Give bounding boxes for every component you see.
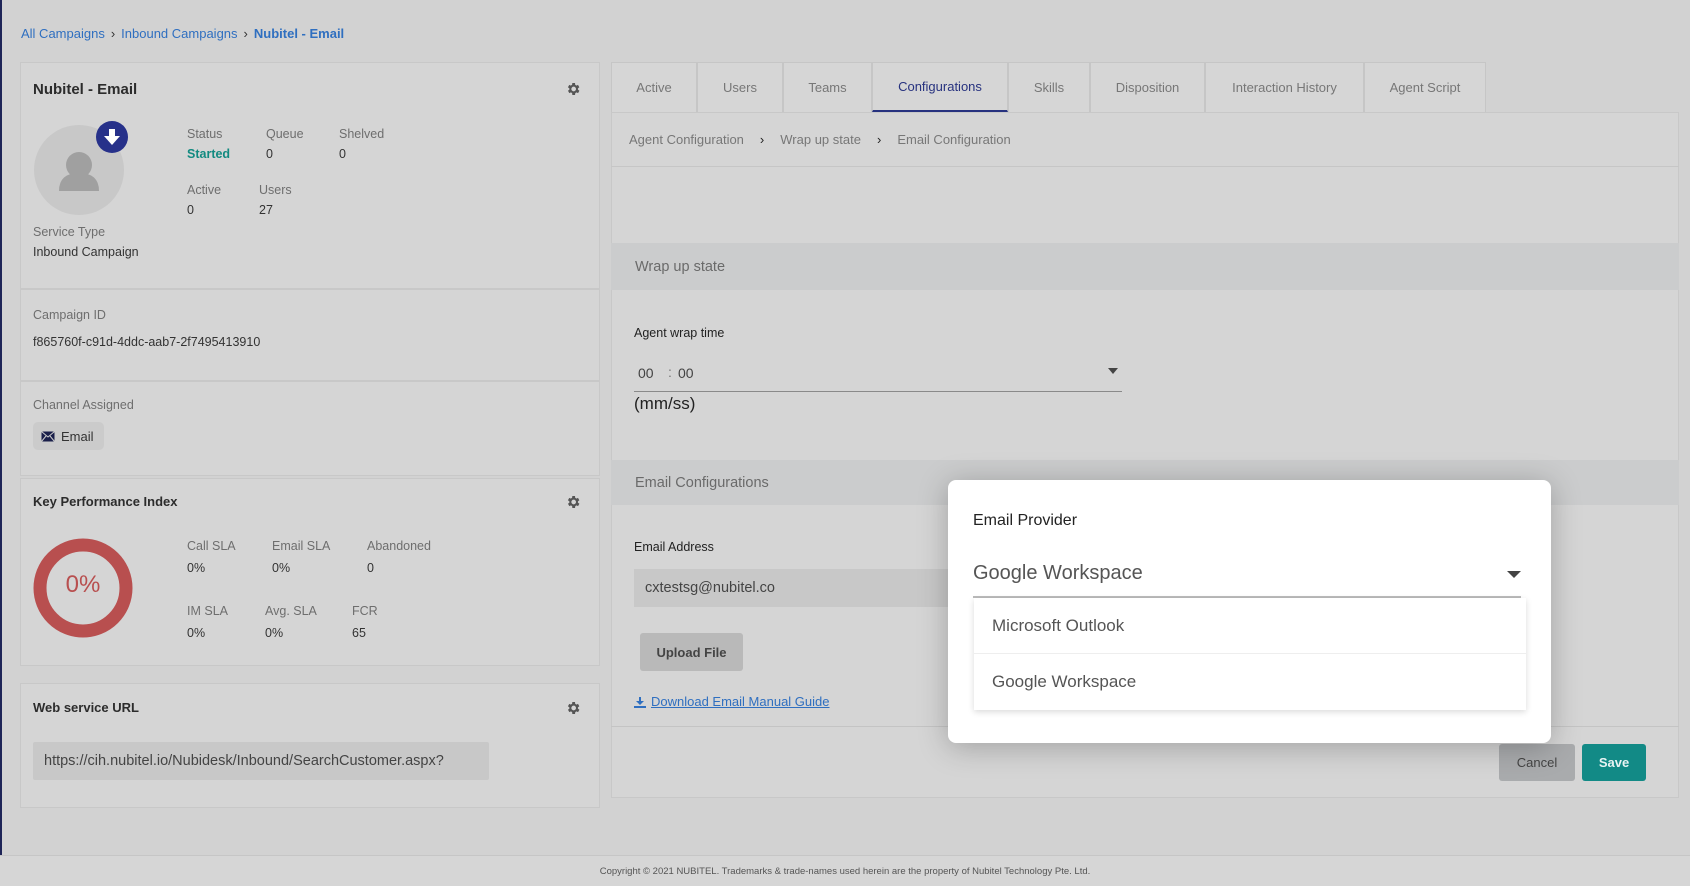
tab-configurations[interactable]: Configurations: [872, 62, 1008, 112]
users-value: 27: [259, 203, 273, 217]
tab-users[interactable]: Users: [697, 62, 783, 112]
download-badge[interactable]: [96, 121, 128, 153]
cancel-button[interactable]: Cancel: [1499, 744, 1575, 781]
subnav-agent-configuration[interactable]: Agent Configuration: [629, 132, 744, 147]
breadcrumb-inbound-campaigns[interactable]: Inbound Campaigns: [121, 26, 237, 41]
email-provider-select[interactable]: Google Workspace: [973, 560, 1521, 598]
tab-disposition[interactable]: Disposition: [1090, 62, 1205, 112]
kpi-metric-value: 65: [352, 626, 366, 640]
wrap-up-header: Wrap up state: [611, 243, 1679, 290]
email-provider-modal: Email Provider Google Workspace Microsof…: [948, 480, 1551, 743]
tab-active[interactable]: Active: [611, 62, 697, 112]
active-label: Active: [187, 183, 222, 197]
option-microsoft-outlook[interactable]: Microsoft Outlook: [974, 598, 1526, 654]
kpi-metric-label: Call SLA: [187, 539, 236, 553]
arrow-down-icon: [104, 129, 120, 145]
web-service-panel: Web service URL https://cih.nubitel.io/N…: [20, 683, 600, 808]
kpi-metric-value: 0%: [187, 626, 206, 640]
kpi-metric-label: IM SLA: [187, 604, 228, 618]
email-provider-label: Email Provider: [973, 512, 1078, 529]
time-separator: :: [668, 364, 672, 380]
wrap-time-input[interactable]: 00 : 00: [634, 358, 1122, 392]
campaign-id-value: f865760f-c91d-4ddc-aab7-2f7495413910: [33, 335, 261, 349]
shelved-value: 0: [339, 147, 346, 161]
service-type-label: Service Type: [33, 225, 106, 239]
wrap-seconds[interactable]: 00: [678, 365, 694, 381]
tab-teams[interactable]: Teams: [783, 62, 872, 112]
tab-interaction-history[interactable]: Interaction History: [1205, 62, 1364, 112]
breadcrumb: All Campaigns › Inbound Campaigns › Nubitel …: [21, 26, 348, 41]
channel-chip-email: Email: [33, 422, 104, 450]
breadcrumb-current: Nubitel - Email: [253, 26, 345, 41]
download-guide-text[interactable]: Download Email Manual Guide: [651, 694, 829, 709]
config-subnav: Agent Configuration › Wrap up state › Em…: [611, 113, 1679, 167]
channel-section: Channel Assigned Email: [20, 381, 600, 476]
save-button[interactable]: Save: [1582, 744, 1646, 781]
email-address-label: Email Address: [634, 540, 714, 554]
caret-down-icon: [1507, 571, 1521, 578]
download-icon: [634, 696, 646, 708]
upload-file-button[interactable]: Upload File: [640, 633, 743, 671]
copyright-footer: Copyright © 2021 NUBITEL. Trademarks & t…: [0, 855, 1690, 886]
users-label: Users: [259, 183, 292, 197]
download-guide-link[interactable]: Download Email Manual Guide: [634, 694, 829, 709]
kpi-title: Key Performance Index: [33, 494, 178, 509]
tab-skills[interactable]: Skills: [1008, 62, 1090, 112]
kpi-metric-value: 0%: [265, 626, 284, 640]
web-service-url-field[interactable]: https://cih.nubitel.io/Nubidesk/Inbound/…: [33, 742, 489, 780]
queue-value: 0: [266, 147, 273, 161]
web-service-title: Web service URL: [33, 700, 139, 715]
chevron-right-icon: ›: [110, 26, 116, 41]
option-google-workspace[interactable]: Google Workspace: [974, 654, 1526, 710]
shelved-label: Shelved: [339, 127, 385, 141]
kpi-metric-label: FCR: [352, 604, 378, 618]
status-label: Status: [187, 127, 223, 141]
email-address-input[interactable]: cxtestsg@nubitel.co: [634, 569, 974, 607]
channel-assigned-label: Channel Assigned: [33, 398, 134, 412]
envelope-icon: [41, 430, 55, 442]
gear-icon[interactable]: [565, 81, 581, 97]
chevron-right-icon: ›: [759, 132, 765, 147]
kpi-metric-label: Abandoned: [367, 539, 431, 553]
gear-icon[interactable]: [565, 494, 581, 510]
channel-value: Email: [61, 428, 94, 444]
service-type-value: Inbound Campaign: [33, 245, 139, 259]
subnav-email-configuration[interactable]: Email Configuration: [897, 132, 1010, 147]
chevron-right-icon: ›: [876, 132, 882, 147]
kpi-overall-value: 0%: [65, 571, 101, 598]
email-provider-selected: Google Workspace: [973, 562, 1143, 584]
chevron-right-icon: ›: [243, 26, 248, 41]
tab-agent-script[interactable]: Agent Script: [1364, 62, 1486, 112]
campaign-id-section: Campaign ID f865760f-c91d-4ddc-aab7-2f74…: [20, 289, 600, 381]
queue-label: Queue: [266, 127, 304, 141]
kpi-metric-value: 0: [367, 561, 374, 575]
kpi-metric-value: 0%: [272, 561, 291, 575]
agent-wrap-time-label: Agent wrap time: [634, 326, 725, 340]
status-badge: Started: [187, 147, 231, 161]
kpi-metric-value: 0%: [187, 561, 206, 575]
kpi-metric-label: Email SLA: [272, 539, 331, 553]
left-edge-bar: [0, 0, 2, 855]
campaign-title: Nubitel - Email: [33, 81, 138, 98]
campaign-id-label: Campaign ID: [33, 308, 106, 322]
wrap-time-hint: (mm/ss): [634, 394, 696, 413]
active-value: 0: [187, 203, 194, 217]
wrap-minutes[interactable]: 00: [638, 365, 654, 381]
caret-down-icon: [1108, 368, 1118, 374]
campaign-info-panel: Nubitel - Email Service Type Inbound Cam…: [20, 62, 600, 289]
subnav-wrap-up-state[interactable]: Wrap up state: [780, 132, 861, 147]
kpi-metric-label: Avg. SLA: [265, 604, 317, 618]
kpi-panel: Key Performance Index 0% Call SLA 0% Ema…: [20, 478, 600, 666]
breadcrumb-all-campaigns[interactable]: All Campaigns: [21, 26, 105, 41]
gear-icon[interactable]: [565, 700, 581, 716]
